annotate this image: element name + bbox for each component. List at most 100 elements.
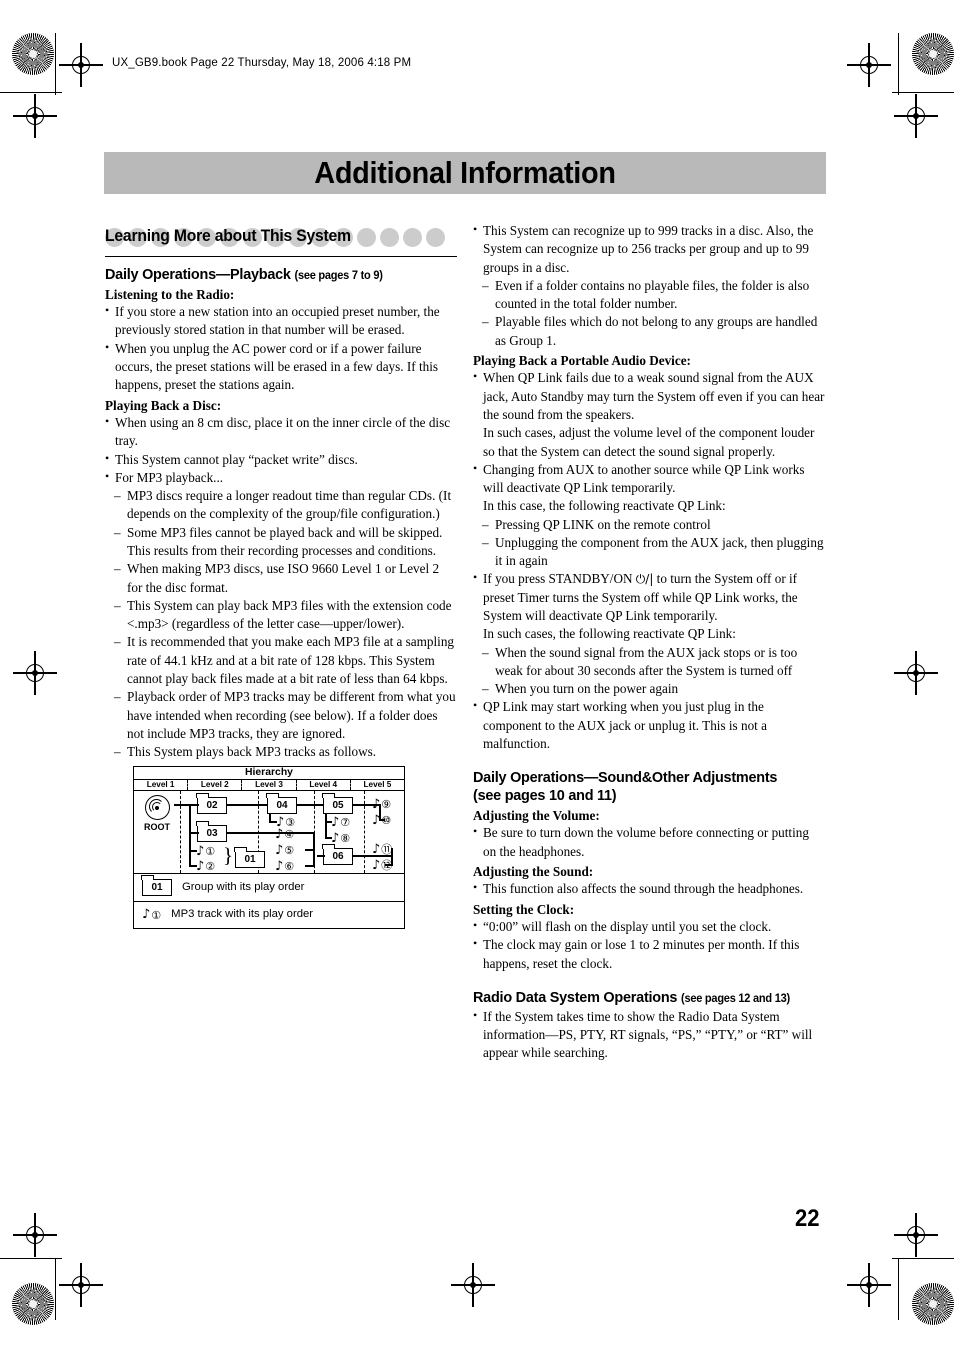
group-node-01: 01: [234, 847, 265, 869]
group-node-04: 04: [266, 793, 297, 815]
power-standby-icon: ⏻/|: [635, 572, 654, 587]
music-note-icon: ♪: [275, 842, 284, 858]
connector: [325, 813, 327, 840]
connector: [305, 865, 314, 868]
music-note-icon: ♪: [372, 857, 381, 873]
list-item: This System can play back MP3 files with…: [105, 597, 457, 634]
folder-icon: 06: [322, 844, 353, 866]
folder-icon: 04: [266, 793, 297, 815]
connector: [189, 832, 199, 834]
root-node: ROOT: [140, 795, 174, 833]
track-order: ②: [205, 860, 216, 874]
section-heading: Learning More about This System: [105, 222, 457, 250]
page-title: Additional Information: [314, 155, 616, 190]
crop-target-top-right: [847, 43, 891, 87]
crop-line: [0, 92, 62, 94]
music-note-icon: ♪: [372, 812, 381, 828]
folder-icon: 05: [322, 793, 353, 815]
figure-level-headers: Level 1 Level 2 Level 3 Level 4 Level 5: [134, 780, 404, 792]
rds-list: If the System takes time to show the Rad…: [473, 1007, 825, 1063]
crop-target-upper-right: [894, 94, 938, 138]
folder-icon: 02: [196, 793, 227, 815]
list-item: When you unplug the AC power cord or if …: [105, 339, 457, 395]
connector: [227, 832, 313, 834]
page-number: 22: [795, 1205, 820, 1232]
disc-list: When using an 8 cm disc, place it on the…: [105, 413, 457, 762]
track-node-5: ♪ ⑤: [275, 843, 294, 858]
page-ref: (see pages 12 and 13): [681, 991, 790, 1005]
track-order: ①: [151, 908, 162, 922]
folder-icon: 01: [141, 875, 172, 897]
list-item-standby: If you press STANDBY/ON ⏻/| to turn the …: [473, 569, 825, 625]
crop-line: [55, 33, 57, 95]
list-item: For MP3 playback...: [105, 468, 457, 487]
list-item: Playable files which do not belong to an…: [473, 313, 825, 350]
track-node-11: ♪ ⑪: [372, 842, 392, 857]
list-item: Some MP3 files cannot be played back and…: [105, 524, 457, 561]
list-item: Playback order of MP3 tracks may be diff…: [105, 688, 457, 743]
track-node-7: ♪ ⑦: [331, 815, 350, 830]
list-item: If the System takes time to show the Rad…: [473, 1007, 825, 1063]
list-item: The clock may gain or lose 1 to 2 minute…: [473, 935, 825, 973]
list-item: When the sound signal from the AUX jack …: [473, 644, 825, 681]
music-note-icon: ♪: [196, 843, 205, 859]
connector: [227, 804, 267, 807]
list-item: It is recommended that you make each MP3…: [105, 633, 457, 688]
level-header: Level 4: [297, 780, 351, 791]
music-note-icon: ♪: [372, 841, 381, 857]
clock-list: “0:00” will flash on the display until y…: [473, 917, 825, 973]
subheading-portable-audio: Playing Back a Portable Audio Device:: [473, 352, 691, 368]
connector: [385, 864, 392, 866]
connector: [305, 849, 314, 851]
connector-spine: [189, 804, 191, 866]
connector: [189, 865, 197, 867]
folder-icon: 03: [196, 821, 227, 843]
list-item: This function also affects the sound thr…: [473, 879, 825, 898]
list-item: When you turn on the power again: [473, 680, 825, 699]
page-ref: (see pages 10 and 11): [473, 787, 617, 805]
disc-limits-list: This System can recognize up to 999 trac…: [473, 221, 825, 350]
disc-icon: [144, 795, 170, 821]
level-header: Level 3: [242, 780, 297, 791]
connector: [174, 804, 190, 806]
subheading-listening-radio: Listening to the Radio:: [105, 286, 235, 302]
registration-rosette-top-right: [912, 33, 954, 75]
crop-line: [898, 1258, 900, 1320]
section-rule: [105, 256, 457, 257]
heading-daily-operations-playback: Daily Operations—Playback (see pages 7 t…: [105, 266, 383, 283]
track-order: ⑦: [340, 816, 351, 830]
crop-target-bottom-left: [59, 1263, 103, 1307]
crop-target-upper-left: [13, 94, 57, 138]
legend-row-track: ♪ ① MP3 track with its play order: [134, 901, 404, 928]
list-item-continuation: In such cases, adjust the volume level o…: [483, 425, 815, 459]
list-item: This System plays back MP3 tracks as fol…: [105, 743, 457, 762]
list-item: Even if a folder contains no playable fi…: [473, 277, 825, 314]
track-node-4: ♪ ④: [275, 827, 294, 842]
crop-target-bottom-right: [847, 1263, 891, 1307]
file-slug-line: UX_GB9.book Page 22 Thursday, May 18, 20…: [112, 57, 412, 69]
crop-target-mid-left: [13, 651, 57, 695]
track-order: ①: [205, 845, 216, 859]
volume-list: Be sure to turn down the volume before c…: [473, 823, 825, 861]
left-column: Learning More about This System Daily Op…: [105, 222, 457, 930]
crop-target-bottom-center: [451, 1263, 495, 1307]
list-item: This System cannot play “packet write” d…: [105, 450, 457, 469]
track-node-1: ♪ ①: [196, 844, 215, 859]
legend-row-group: 01 Group with its play order: [134, 873, 404, 901]
list-item: When QP Link fails due to a weak sound s…: [473, 368, 825, 424]
sound-list: This function also affects the sound thr…: [473, 879, 825, 898]
crop-target-mid-right: [894, 651, 938, 695]
connector: [317, 855, 325, 858]
root-label: ROOT: [144, 822, 170, 833]
group-node-05: 05: [322, 793, 353, 815]
chapter-banner: Additional Information: [104, 152, 826, 194]
standby-text-pre: If you press STANDBY/ON: [483, 571, 636, 587]
crop-line: [892, 1258, 954, 1260]
connector: [189, 850, 197, 852]
track-order: ⑫: [381, 858, 392, 873]
subheading-adjusting-volume: Adjusting the Volume:: [473, 807, 600, 823]
subheading-setting-clock: Setting the Clock:: [473, 901, 575, 917]
list-item: Pressing QP LINK on the remote control: [473, 516, 825, 535]
group-node-06: 06: [322, 844, 353, 866]
track-order: ⑧: [340, 832, 351, 846]
